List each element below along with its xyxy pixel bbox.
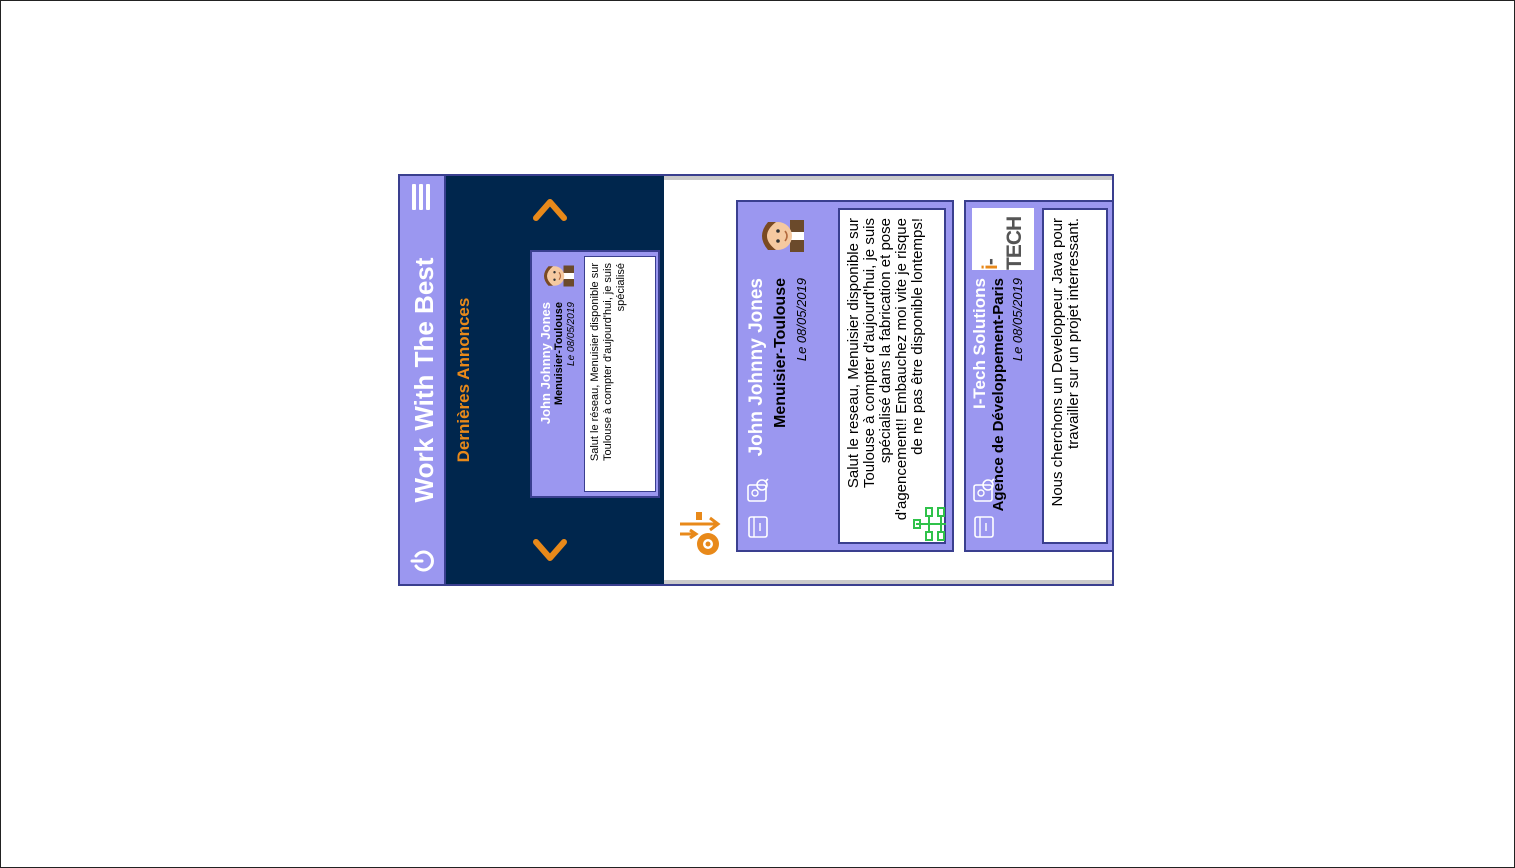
- post-text: Salut le reseau, Menuisier disponible su…: [838, 208, 946, 544]
- post-card[interactable]: John Johnny Jones Menuisier-Toulouse Le …: [736, 200, 954, 552]
- filter-icon[interactable]: [676, 510, 724, 560]
- tree-icon: [912, 504, 948, 544]
- post-date: Le 08/05/2019: [566, 302, 577, 366]
- contact-icon[interactable]: [744, 477, 770, 504]
- power-icon[interactable]: [410, 548, 436, 574]
- app-header: Work With The Best: [400, 176, 446, 584]
- menu-icon[interactable]: [409, 184, 435, 210]
- post-job: Agence de Développement-Paris: [990, 278, 1007, 512]
- post-job: Menuisier-Toulouse: [553, 302, 565, 406]
- post-job: Menuisier-Toulouse: [772, 278, 789, 428]
- avatar: [538, 258, 574, 294]
- app-title: Work With The Best: [409, 257, 439, 503]
- post-text: Nous cherchons un Developpeur Java pour …: [1042, 208, 1108, 544]
- post-author: I-Tech Solutions: [970, 278, 989, 409]
- company-logo: i-TECH: [972, 208, 1034, 270]
- post-text: Salut le réseau, Menuisier disponible su…: [584, 256, 656, 492]
- recent-title: Dernières Annonces: [454, 297, 473, 463]
- chevron-down-icon[interactable]: [532, 536, 568, 564]
- logo-text: -TECH: [979, 216, 1026, 270]
- post-card[interactable]: i-TECH I-Tech Solutions Agence de Dévelo…: [964, 200, 1114, 552]
- post-author: John Johnny Jones: [746, 278, 767, 457]
- feed-list: John Johnny Jones Menuisier-Toulouse Le …: [664, 180, 1114, 580]
- feed[interactable]: John Johnny Jones Menuisier-Toulouse Le …: [664, 176, 1114, 584]
- avatar: [756, 212, 804, 260]
- recent-announcements: Dernières Annonces John Johnny Jones Men…: [446, 176, 664, 584]
- calendar-icon[interactable]: [744, 514, 770, 540]
- phone-frame: Work With The Best Dernières Annonces Jo…: [398, 174, 1114, 586]
- chevron-up-icon[interactable]: [532, 196, 568, 224]
- post-author: John Johnny Jones: [538, 302, 553, 425]
- calendar-icon[interactable]: [970, 514, 996, 540]
- post-actions: [744, 470, 774, 540]
- post-date: Le 08/05/2019: [794, 278, 809, 362]
- post-date: Le 08/05/2019: [1010, 278, 1025, 362]
- recent-post-card[interactable]: John Johnny Jones Menuisier-Toulouse Le …: [530, 250, 660, 498]
